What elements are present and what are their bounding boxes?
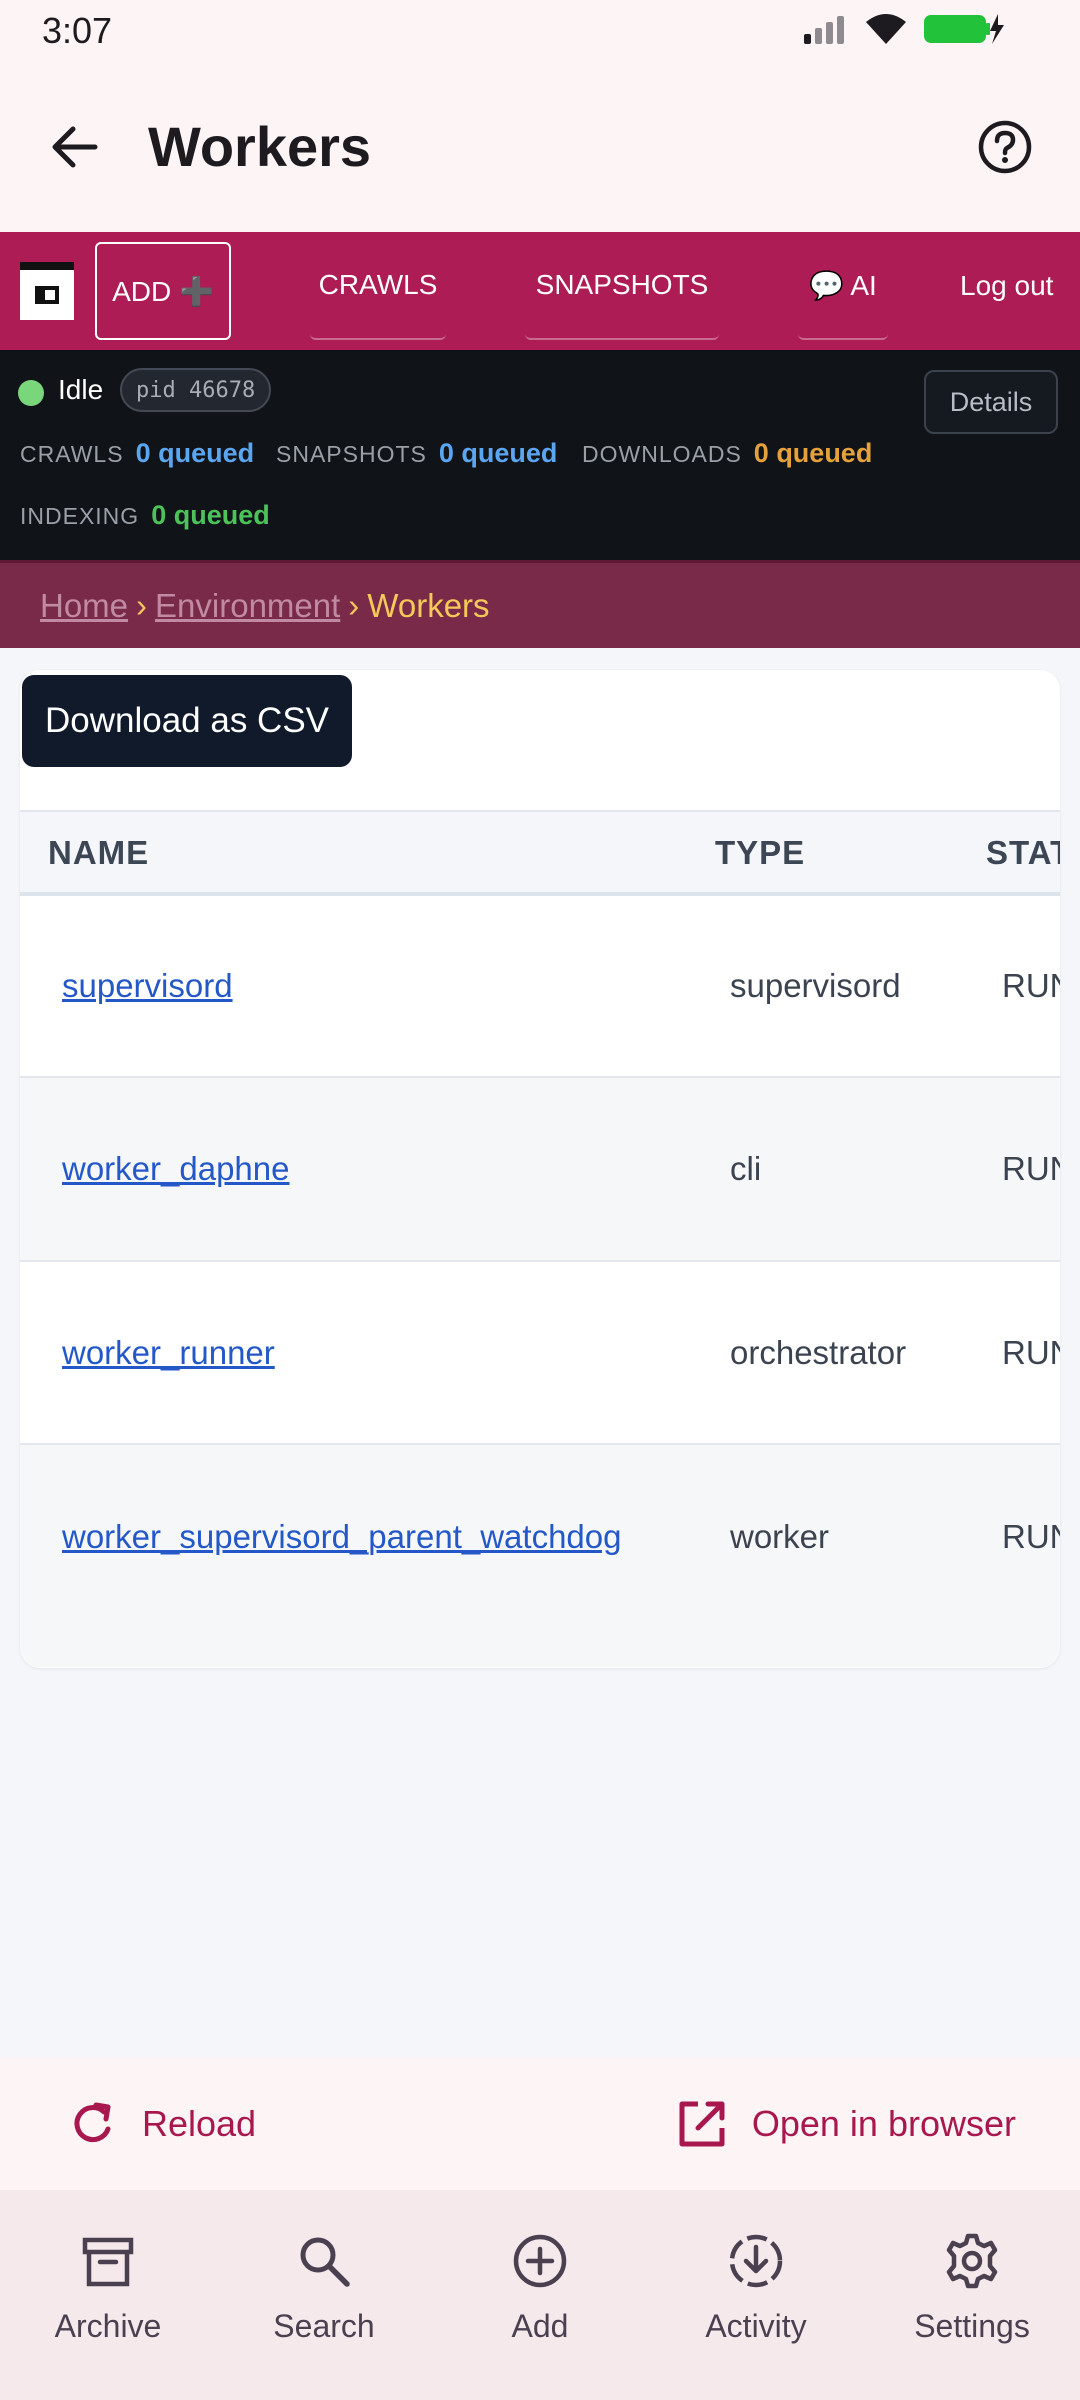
system-status-bar: 3:07 — [0, 0, 1080, 62]
nav-label: Archive — [54, 2308, 162, 2344]
pid-badge: pid 46678 — [120, 368, 272, 412]
worker-status: RUN — [1002, 1333, 1060, 1371]
table-row: supervisord supervisord RUN — [20, 896, 1060, 1078]
table-row: worker_supervisord_parent_watchdog worke… — [20, 1445, 1060, 1667]
back-button[interactable] — [40, 112, 110, 182]
column-header-type[interactable]: TYPE — [715, 812, 805, 894]
breadcrumb-separator: › — [348, 586, 360, 624]
gear-icon — [946, 2233, 998, 2289]
worker-name-link[interactable]: worker_daphne — [62, 1078, 290, 1260]
breadcrumb-current: Workers — [367, 586, 490, 624]
crawls-nav-link[interactable]: CRAWLS — [310, 232, 446, 340]
open-in-browser-button[interactable]: Open in browser — [676, 2086, 1016, 2162]
nav-label: Search — [273, 2308, 375, 2344]
worker-type: worker — [730, 1518, 830, 1555]
queue-value: 0 queued — [135, 438, 255, 468]
worker-status-panel: Idle pid 46678 Details CRAWLS 0 queued S… — [0, 350, 1080, 560]
queue-value: 0 queued — [151, 500, 270, 530]
crawls-queue: CRAWLS 0 queued — [20, 438, 254, 469]
cell-signal-icon — [802, 14, 850, 49]
column-header-status[interactable]: STAT — [986, 812, 1060, 894]
queue-label: SNAPSHOTS — [276, 441, 427, 467]
battery-charging-icon — [922, 12, 1006, 51]
nav-label: Activity — [705, 2308, 807, 2344]
workers-card: Download as CSV NAME TYPE STAT superviso… — [20, 670, 1060, 1668]
page-action-bar: Reload Open in browser — [0, 2058, 1080, 2190]
workers-table: NAME TYPE STAT supervisord supervisord R… — [20, 810, 1060, 1667]
indexing-queue: INDEXING 0 queued — [20, 500, 270, 531]
archive-icon — [82, 2237, 134, 2287]
ai-nav-link[interactable]: 💬 AI — [798, 232, 888, 340]
help-icon — [978, 120, 1032, 174]
worker-name-link[interactable]: supervisord — [62, 896, 233, 1076]
worker-type: supervisord — [730, 967, 901, 1004]
breadcrumb-environment-link[interactable]: Environment — [155, 587, 340, 625]
help-button[interactable] — [970, 112, 1040, 182]
arrow-left-icon — [52, 126, 98, 168]
archivebox-logo-icon[interactable] — [20, 262, 74, 320]
queue-label: CRAWLS — [20, 441, 124, 467]
worker-status: RUN — [1002, 967, 1060, 1004]
worker-status: RUN — [1002, 1518, 1060, 1555]
nav-settings[interactable]: Settings — [864, 2190, 1080, 2400]
table-row: worker_runner orchestrator RUN — [20, 1262, 1060, 1445]
worker-name-link[interactable]: worker_runner — [62, 1262, 275, 1443]
nav-add[interactable]: Add — [432, 2190, 648, 2400]
worker-type: cli — [730, 1150, 762, 1187]
search-icon — [300, 2237, 350, 2287]
status-indicator-dot — [18, 380, 44, 406]
breadcrumb: Home › Environment › Workers — [0, 560, 1080, 648]
breadcrumb-home-link[interactable]: Home — [40, 587, 128, 625]
worker-type: orchestrator — [730, 1333, 907, 1371]
bottom-navigation: Archive Search Add Activity Settings — [0, 2190, 1080, 2400]
nav-label: Add — [511, 2308, 569, 2344]
wifi-icon — [864, 12, 908, 51]
add-nav-button[interactable]: ADD ➕ — [95, 242, 231, 340]
page-title: Workers — [148, 115, 372, 178]
status-icons — [802, 12, 1006, 51]
snapshots-queue: SNAPSHOTS 0 queued — [276, 438, 557, 469]
nav-activity[interactable]: Activity — [648, 2190, 864, 2400]
download-csv-button[interactable]: Download as CSV — [22, 675, 352, 767]
reload-button[interactable]: Reload — [68, 2086, 256, 2162]
open-in-browser-label: Open in browser — [751, 2103, 1016, 2144]
downloads-queue: DOWNLOADS 0 queued — [582, 438, 872, 469]
queue-value: 0 queued — [438, 438, 558, 468]
column-header-name[interactable]: NAME — [48, 812, 149, 894]
status-time: 3:07 — [42, 10, 113, 51]
add-circle-icon — [513, 2234, 567, 2288]
refresh-icon — [74, 2102, 111, 2143]
queue-label: INDEXING — [20, 503, 140, 529]
table-header: NAME TYPE STAT — [20, 810, 1060, 896]
details-button[interactable]: Details — [924, 370, 1058, 434]
worker-name-link[interactable]: worker_supervisord_parent_watchdog — [62, 1445, 622, 1629]
logout-link[interactable]: Log out — [960, 232, 1080, 340]
reload-label: Reload — [142, 2103, 257, 2144]
web-nav-bar: ADD ➕ CRAWLS SNAPSHOTS 💬 AI Log out — [0, 232, 1080, 350]
nav-label: Settings — [914, 2308, 1030, 2344]
app-bar: Workers — [0, 62, 1080, 232]
nav-search[interactable]: Search — [216, 2190, 432, 2400]
breadcrumb-separator: › — [136, 586, 148, 624]
worker-status: RUN — [1002, 1150, 1060, 1187]
status-state: Idle — [58, 374, 104, 405]
snapshots-nav-link[interactable]: SNAPSHOTS — [525, 232, 719, 340]
activity-download-icon — [729, 2234, 783, 2288]
open-external-icon — [679, 2101, 725, 2147]
table-row: worker_daphne cli RUN — [20, 1078, 1060, 1262]
queue-value: 0 queued — [753, 438, 873, 468]
queue-label: DOWNLOADS — [582, 441, 742, 467]
nav-archive[interactable]: Archive — [0, 2190, 216, 2400]
